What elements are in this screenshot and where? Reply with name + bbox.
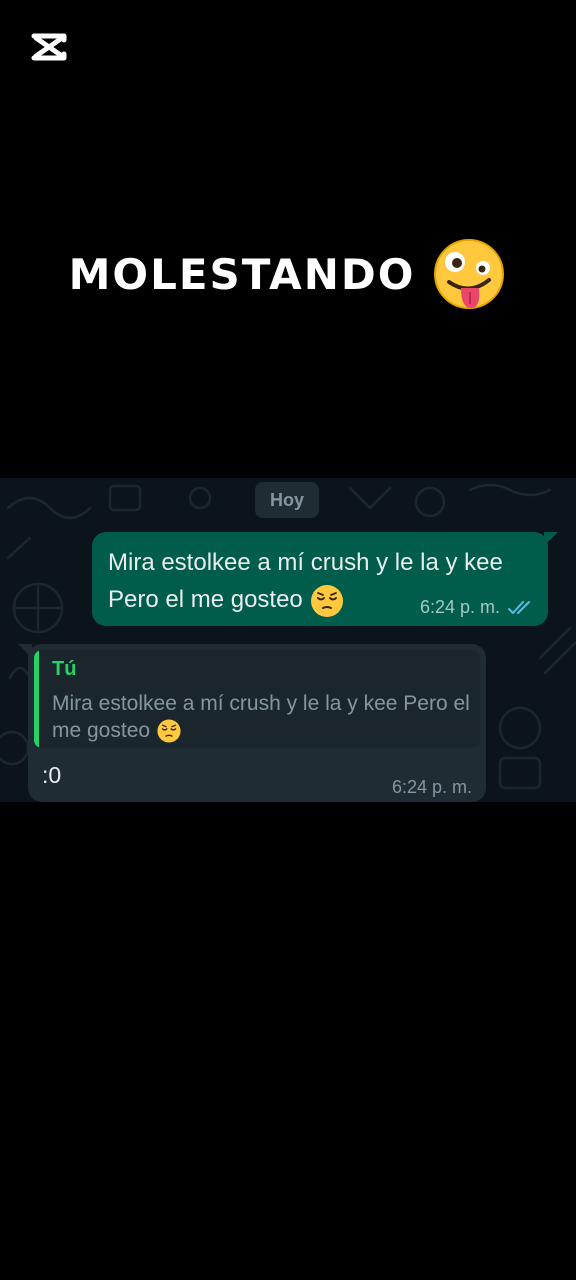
quoted-message[interactable]: Tú Mira estolkee a mí crush y le la y ke… bbox=[34, 650, 480, 748]
quote-author: Tú bbox=[52, 658, 77, 680]
pensive-face-emoji-icon bbox=[311, 584, 344, 617]
headline: MOLESTANDO bbox=[0, 236, 576, 312]
capcut-logo-icon bbox=[30, 30, 68, 64]
incoming-message-time: 6:24 p. m. bbox=[391, 777, 472, 797]
day-separator: Hoy bbox=[255, 482, 319, 518]
headline-text: MOLESTANDO bbox=[68, 249, 416, 299]
chat-screenshot: Hoy Mira estolkee a mí crush y le la y k… bbox=[0, 478, 576, 802]
outgoing-message-meta: 6:24 p. m. bbox=[420, 597, 534, 618]
incoming-message-text: :0 bbox=[42, 762, 62, 788]
quote-content: Mira estolkee a mí crush y le la y kee P… bbox=[52, 690, 472, 744]
bubble-tail bbox=[18, 644, 32, 658]
bubble-tail bbox=[544, 532, 558, 546]
zany-face-emoji-icon bbox=[434, 239, 505, 309]
outgoing-message-bubble[interactable]: Mira estolkee a mí crush y le la y kee P… bbox=[92, 532, 558, 626]
incoming-message-bubble[interactable]: Tú Mira estolkee a mí crush y le la y ke… bbox=[18, 644, 486, 802]
quote-text: Mira estolkee a mí crush y le la y kee P… bbox=[52, 692, 470, 742]
pensive-face-emoji-icon bbox=[157, 719, 181, 744]
double-check-read-icon bbox=[508, 600, 530, 614]
quote-accent-bar bbox=[34, 650, 39, 748]
outgoing-message-time: 6:24 p. m. bbox=[419, 597, 500, 617]
